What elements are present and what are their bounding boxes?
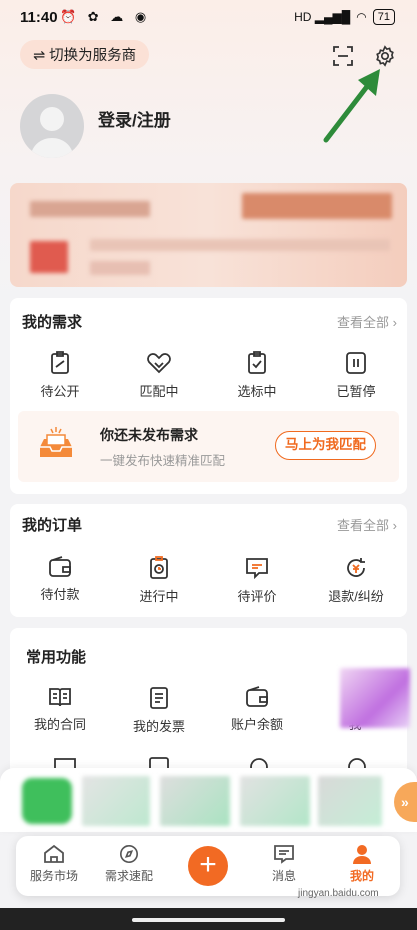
home-indicator[interactable] — [132, 918, 285, 922]
functions-title: 常用功能 — [26, 649, 87, 666]
switch-role-button[interactable]: ⇌ 切换为服务商 — [20, 40, 150, 69]
orders-item-label: 退款/纠纷 — [328, 589, 384, 604]
function-item-contracts[interactable]: 我的合同 — [20, 686, 100, 733]
invoice-icon — [150, 687, 168, 709]
tab-label: 我的 — [349, 869, 374, 883]
system-nav-bar — [0, 908, 417, 930]
needs-item-label: 匹配中 — [139, 384, 179, 399]
switch-role-label: ⇌ 切换为服务商 — [33, 48, 137, 64]
function-item-balance[interactable]: 账户余额 — [217, 686, 297, 733]
tab-label: 消息 — [271, 869, 296, 883]
needs-see-all-label: 查看全部 — [337, 315, 390, 330]
settings-gear-icon[interactable] — [374, 45, 396, 67]
needs-item-label: 选标中 — [237, 384, 277, 399]
orders-see-all-link[interactable]: 查看全部 › — [337, 515, 397, 534]
match-me-button[interactable]: 马上为我匹配 — [275, 431, 376, 460]
orders-item-unpaid[interactable]: 待付款 — [20, 556, 100, 603]
wallet-icon — [246, 686, 268, 707]
needs-item-paused[interactable]: 已暂停 — [316, 351, 396, 400]
status-time: 11:40 — [20, 9, 58, 26]
heart-handshake-icon — [147, 353, 171, 374]
status-bar: 11:40 ⏰ ✿ ☁ ◉ HD ▂▄▆█ ◠ 71 — [0, 0, 417, 36]
needs-title: 我的需求 — [22, 314, 83, 331]
orders-item-refund[interactable]: 退款/纠纷 — [316, 556, 396, 605]
common-functions-card: 常用功能 我的合同 我的发票 账户余额 我 — [10, 628, 410, 778]
battery-icon: 71 — [372, 9, 395, 25]
function-item-label: 我的发票 — [132, 719, 185, 734]
empty-needs-title: 你还未发布需求 — [100, 427, 198, 443]
orders-item-in-progress[interactable]: 进行中 — [119, 556, 199, 605]
orders-item-to-review[interactable]: 待评价 — [217, 556, 297, 605]
needs-item-pending-public[interactable]: 待公开 — [20, 351, 100, 400]
bottom-tab-bar: 服务市场 需求速配 + 消息 我的 — [16, 836, 400, 896]
avatar[interactable] — [20, 94, 84, 158]
signal-icon: HD ▂▄▆█ — [294, 10, 351, 24]
message-icon — [274, 845, 294, 864]
refund-icon — [347, 558, 365, 577]
comment-icon — [246, 558, 268, 580]
tab-messages[interactable]: 消息 — [248, 844, 320, 884]
tab-quick-match[interactable]: 需求速配 — [93, 844, 165, 884]
compass-icon — [120, 845, 138, 863]
orders-title: 我的订单 — [22, 517, 83, 534]
scan-icon[interactable] — [332, 45, 354, 67]
tab-label: 服务市场 — [29, 869, 78, 883]
watermark: jingyan.baidu.com — [298, 888, 379, 899]
empty-needs-subtitle: 一键发布快速精准匹配 — [100, 454, 226, 468]
clock-doc-icon — [150, 556, 168, 579]
needs-item-label: 待公开 — [40, 384, 80, 399]
status-notification-icons: ⏰ ✿ ☁ ◉ — [60, 9, 151, 24]
tab-label: 需求速配 — [104, 869, 153, 883]
function-item-invoices[interactable]: 我的发票 — [119, 686, 199, 735]
tab-service-market[interactable]: 服务市场 — [18, 844, 90, 884]
home-icon — [44, 844, 64, 863]
orders-item-label: 进行中 — [139, 589, 179, 604]
floating-ad[interactable] — [340, 668, 410, 728]
status-right-icons: HD ▂▄▆█ ◠ 71 — [294, 9, 395, 25]
orders-item-label: 待付款 — [40, 587, 80, 602]
wallet-icon — [49, 556, 71, 577]
wifi-icon: ◠ — [356, 10, 367, 24]
my-needs-card: 我的需求 查看全部 › 待公开 匹配中 选标中 已暂停 你还未发布需求 一键发布… — [10, 298, 407, 494]
person-icon — [353, 845, 371, 864]
doc-slash-icon — [51, 351, 69, 374]
annotation-arrow — [323, 69, 380, 143]
promo-banner[interactable] — [10, 183, 407, 287]
function-item-label: 账户余额 — [230, 717, 283, 732]
pause-icon — [346, 352, 366, 374]
plus-icon[interactable]: + — [188, 846, 228, 886]
empty-tray-icon — [40, 427, 72, 457]
orders-see-all-label: 查看全部 — [337, 518, 390, 533]
clipboard-check-icon — [248, 351, 266, 374]
floating-ad-strip[interactable] — [0, 768, 417, 832]
book-icon — [49, 688, 71, 707]
orders-item-label: 待评价 — [237, 589, 277, 604]
login-register-link[interactable]: 登录/注册 — [98, 106, 171, 131]
needs-see-all-link[interactable]: 查看全部 › — [337, 312, 397, 331]
empty-needs-box: 你还未发布需求 一键发布快速精准匹配 马上为我匹配 — [18, 411, 399, 482]
needs-item-matching[interactable]: 匹配中 — [119, 351, 199, 400]
tab-mine[interactable]: 我的 — [326, 844, 398, 884]
needs-item-selecting[interactable]: 选标中 — [217, 351, 297, 400]
needs-item-label: 已暂停 — [336, 384, 376, 399]
function-item-label: 我的合同 — [33, 717, 86, 732]
default-avatar-icon — [30, 107, 74, 158]
my-orders-card: 我的订单 查看全部 › 待付款 进行中 待评价 退款/纠纷 — [10, 504, 407, 617]
